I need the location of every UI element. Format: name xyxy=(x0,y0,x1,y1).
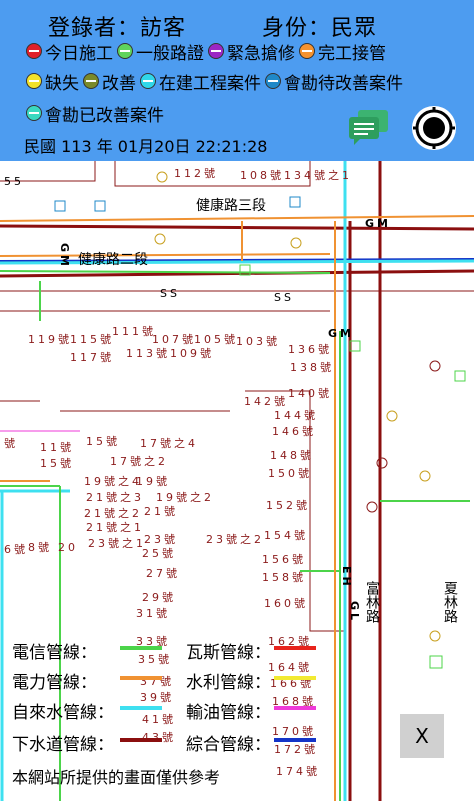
road-label-fulin: 富林路 xyxy=(364,581,380,623)
chat-button[interactable] xyxy=(348,108,390,146)
locate-icon xyxy=(413,107,455,149)
disclaimer-text: 本網站所提供的畫面僅供參考 xyxy=(12,768,221,787)
legend-item-improvement[interactable]: 改善 xyxy=(83,69,136,94)
address-label: 152號 xyxy=(266,499,310,512)
status-legend-row-3: 會勘已改善案件 xyxy=(26,100,168,126)
address-label: 136號 xyxy=(288,343,332,356)
address-label: 148號 xyxy=(270,449,314,462)
address-label: 21號 xyxy=(144,505,178,518)
legend-item-deficiency[interactable]: 缺失 xyxy=(26,69,79,94)
address-label: 15號 xyxy=(86,435,120,448)
address-label: 112號 xyxy=(174,167,218,180)
address-label: 154號 xyxy=(264,529,308,542)
address-label: 15號 xyxy=(40,457,74,470)
address-label: 23號之1 xyxy=(88,537,146,550)
pipe-legend-composite-label: 綜合管線： xyxy=(186,735,271,755)
address-label: 19號 xyxy=(136,475,170,488)
address-label: 29號 xyxy=(142,591,176,604)
marker-gl: GL xyxy=(348,601,361,624)
address-label: 103號 xyxy=(236,335,280,348)
marker-gm: GM xyxy=(58,243,71,269)
green-status-icon xyxy=(117,43,133,59)
pipe-legend-telecom-label: 電信管線： xyxy=(12,643,97,663)
address-label: 140號 xyxy=(288,387,332,400)
pipe-legend-power-label: 電力管線： xyxy=(12,673,97,693)
legend-item-pending-inspection[interactable]: 會勘待改善案件 xyxy=(265,69,403,94)
pipe-legend-water-conservancy-line xyxy=(274,676,316,680)
address-label: 113號 xyxy=(126,347,170,360)
marker-gm: GM xyxy=(365,217,391,230)
address-label: 117號 xyxy=(70,351,114,364)
address-label: 158號 xyxy=(262,571,306,584)
pipe-legend-gas-label: 瓦斯管線： xyxy=(186,643,271,663)
pipe-legend-sewer-line xyxy=(120,738,162,742)
address-label: 144號 xyxy=(274,409,318,422)
address-label: 20 xyxy=(58,541,78,554)
pipe-legend-water-conservancy-label: 水利管線： xyxy=(186,673,271,693)
pipe-legend-tap-water-label: 自來水管線： xyxy=(12,703,114,723)
marker-gm: GM xyxy=(328,327,354,340)
marker-ss: SS xyxy=(160,287,180,300)
address-label: 160號 xyxy=(264,597,308,610)
close-button[interactable]: X xyxy=(400,714,444,758)
marker-55: 55 xyxy=(4,175,24,188)
road-label-jiankang-3: 健康路三段 xyxy=(196,198,266,214)
address-label: 21號之1 xyxy=(86,521,144,534)
address-label: 31號 xyxy=(136,607,170,620)
pipe-legend-composite-line xyxy=(274,738,316,742)
address-label: 19號之4 xyxy=(84,475,142,488)
address-label: 6號 xyxy=(4,543,28,556)
purple-status-icon xyxy=(208,43,224,59)
address-label: 17號之2 xyxy=(110,455,168,468)
address-label: 27號 xyxy=(146,567,180,580)
pipe-legend-gas-line xyxy=(274,646,316,650)
address-label: 138號 xyxy=(290,361,334,374)
yellow-status-icon xyxy=(26,73,42,89)
address-label: 21號之3 xyxy=(86,491,144,504)
address-label: 號 xyxy=(4,437,18,450)
address-label: 108號 xyxy=(240,169,284,182)
legend-item-in-construction[interactable]: 在建工程案件 xyxy=(140,69,261,94)
address-label: 23號之2 xyxy=(206,533,264,546)
locate-button[interactable] xyxy=(412,106,456,150)
pipe-legend-sewer-label: 下水道管線： xyxy=(12,735,114,755)
address-label: 11號 xyxy=(40,441,74,454)
legend-item-inspection-improved[interactable]: 會勘已改善案件 xyxy=(26,101,164,126)
address-label: 134號之1 xyxy=(284,169,352,182)
legend-item-emergency-repair[interactable]: 緊急搶修 xyxy=(208,39,295,64)
cyan-status-icon xyxy=(140,73,156,89)
address-label: 119號 xyxy=(28,333,72,346)
pipe-legend-power-line xyxy=(120,676,162,680)
datetime-display: 民國 113 年 01月20日 22:21:28 xyxy=(24,137,268,156)
address-label: 146號 xyxy=(272,425,316,438)
address-label: 109號 xyxy=(170,347,214,360)
olive-status-icon xyxy=(83,73,99,89)
legend-item-general-permit[interactable]: 一般路證 xyxy=(117,39,204,64)
marker-ss: SS xyxy=(274,291,294,304)
status-legend-row-2: 缺失 改善 在建工程案件 會勘待改善案件 xyxy=(26,68,407,94)
address-label: 25號 xyxy=(142,547,176,560)
pipe-legend-tap-water-line xyxy=(120,706,162,710)
pipe-legend-oil-label: 輸油管線： xyxy=(186,703,271,723)
orange-status-icon xyxy=(299,43,315,59)
address-label: 17號之4 xyxy=(140,437,198,450)
header-panel: 登錄者：訪客 身份：民眾 今日施工 一般路證 緊急搶修 完工接管 缺失 改善 在… xyxy=(0,0,474,161)
address-label: 150號 xyxy=(268,467,312,480)
road-label-jiankang-2: 健康路二段 xyxy=(78,252,148,268)
red-status-icon xyxy=(26,43,42,59)
teal-status-icon xyxy=(26,105,42,121)
blue-status-icon xyxy=(265,73,281,89)
address-label: 111號 xyxy=(112,325,156,338)
address-label: 115號 xyxy=(70,333,114,346)
road-label-xialin: 夏林路 xyxy=(442,581,458,623)
chat-icon xyxy=(349,110,388,145)
pipe-legend-telecom-line xyxy=(120,646,162,650)
legend-item-today-construction[interactable]: 今日施工 xyxy=(26,39,113,64)
status-legend-row-1: 今日施工 一般路證 緊急搶修 完工接管 xyxy=(26,38,390,64)
legend-item-completed[interactable]: 完工接管 xyxy=(299,39,386,64)
pipe-legend-oil-line xyxy=(274,706,316,710)
marker-eh: EH xyxy=(340,566,353,589)
address-label: 8號 xyxy=(28,541,52,554)
address-label: 156號 xyxy=(262,553,306,566)
